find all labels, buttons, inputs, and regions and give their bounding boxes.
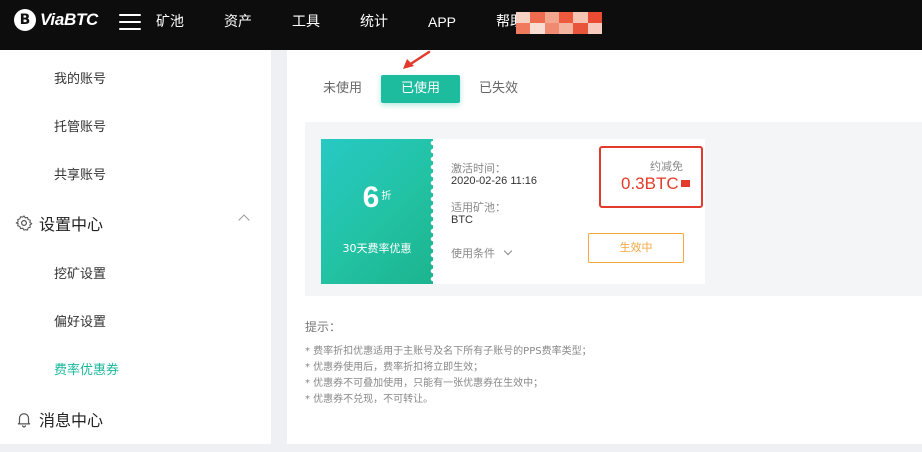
sidebar: 我的账号 托管账号 共享账号 设置中心 挖矿设置 偏好设置 费率优惠券 消息中心 <box>0 50 271 444</box>
tips-title: 提示： <box>305 320 342 334</box>
discount-value: 6折 <box>321 181 433 215</box>
coupon-tabs: 未使用 已使用 已失效 <box>307 75 534 103</box>
avatar-pixel <box>558 23 574 34</box>
usage-conditions-toggle[interactable]: 使用条件 <box>451 245 513 261</box>
tab-expired[interactable]: 已失效 <box>463 75 534 103</box>
pool-value: BTC <box>451 214 473 226</box>
avatar-pixel <box>516 23 531 34</box>
bitcoin-icon: B <box>14 9 36 31</box>
sidebar-group-messages[interactable]: 消息中心 <box>15 407 103 431</box>
tip-item: * 费率折扣优惠适用于主账号及名下所有子账号的PPS费率类型； <box>305 346 592 357</box>
sidebar-item-fee-coupons[interactable]: 费率优惠券 <box>54 359 119 378</box>
chevron-down-icon <box>503 246 513 256</box>
discount-unit: 折 <box>381 191 392 202</box>
sidebar-group-label: 设置中心 <box>39 215 104 234</box>
sidebar-item-my-account[interactable]: 我的账号 <box>54 68 106 87</box>
tip-item: * 优惠券使用后，费率折扣将立即生效； <box>305 362 484 373</box>
avatar-pixel <box>530 23 545 34</box>
nav-item-app[interactable]: APP <box>420 0 464 50</box>
nav-item-stats[interactable]: 统计 <box>352 0 396 50</box>
annotation-arrow-icon <box>403 50 431 69</box>
nav-item-assets[interactable]: 资产 <box>216 0 260 50</box>
sidebar-item-mining-settings[interactable]: 挖矿设置 <box>54 263 106 282</box>
coupon-list: 6折 30天费率优惠 激活时间： 2020-02-26 11:16 适用矿池： … <box>305 122 922 296</box>
sidebar-item-hosted-account[interactable]: 托管账号 <box>54 116 106 135</box>
pool-label: 适用矿池： <box>451 201 506 214</box>
avatar-pixel <box>587 23 602 34</box>
avatar-pixel <box>544 12 559 23</box>
flag-icon <box>681 180 690 187</box>
nav-item-pool[interactable]: 矿池 <box>148 0 192 50</box>
activate-time-label: 激活时间： <box>451 162 506 175</box>
chevron-up-icon[interactable] <box>238 214 250 226</box>
status-active-button[interactable]: 生效中 <box>588 233 684 263</box>
reduction-label: 约减免 <box>650 160 683 173</box>
avatar-pixel <box>558 12 574 23</box>
user-account-avatar[interactable] <box>516 12 602 34</box>
avatar-pixel <box>573 23 588 34</box>
usage-conditions-label: 使用条件 <box>451 247 495 260</box>
activate-time-value: 2020-02-26 11:16 <box>451 175 538 187</box>
reduction-highlight: 约减免 0.3BTC <box>599 146 703 208</box>
sidebar-group-label: 消息中心 <box>39 411 104 430</box>
tab-used[interactable]: 已使用 <box>381 75 461 103</box>
main-panel: 未使用 已使用 已失效 6折 30天费率优惠 激活时间： 2020-02-26 … <box>287 50 922 444</box>
tab-unused[interactable]: 未使用 <box>307 75 378 103</box>
avatar-pixel <box>516 12 531 23</box>
brand-name: ViaBTC <box>40 10 99 29</box>
main-nav: 矿池 资产 工具 统计 APP 帮助 <box>148 0 556 50</box>
gear-icon <box>15 215 33 231</box>
coupon-description: 30天费率优惠 <box>342 242 412 255</box>
avatar-pixel <box>530 12 545 23</box>
tip-item: * 优惠券不可叠加使用，只能有一张优惠券在生效中； <box>305 378 544 389</box>
top-navbar: B ViaBTC 矿池 资产 工具 统计 APP 帮助 <box>0 0 922 50</box>
nav-item-tools[interactable]: 工具 <box>284 0 328 50</box>
discount-number: 6 <box>362 181 380 214</box>
avatar-pixel <box>573 12 588 23</box>
bell-icon <box>17 413 31 428</box>
sidebar-item-shared-account[interactable]: 共享账号 <box>54 164 106 183</box>
reduction-value: 0.3BTC <box>621 174 679 193</box>
avatar-pixel <box>587 12 602 23</box>
avatar-pixel <box>544 23 559 34</box>
viabtc-logo[interactable]: B ViaBTC <box>14 9 98 31</box>
sidebar-group-settings[interactable]: 设置中心 <box>15 211 103 235</box>
menu-icon[interactable] <box>119 14 141 32</box>
tip-item: * 优惠券不兑现，不可转让。 <box>305 394 434 405</box>
coupon-discount-panel: 6折 30天费率优惠 <box>321 139 436 284</box>
coupon-card: 6折 30天费率优惠 激活时间： 2020-02-26 11:16 适用矿池： … <box>321 139 705 284</box>
sidebar-item-preferences[interactable]: 偏好设置 <box>54 311 106 330</box>
